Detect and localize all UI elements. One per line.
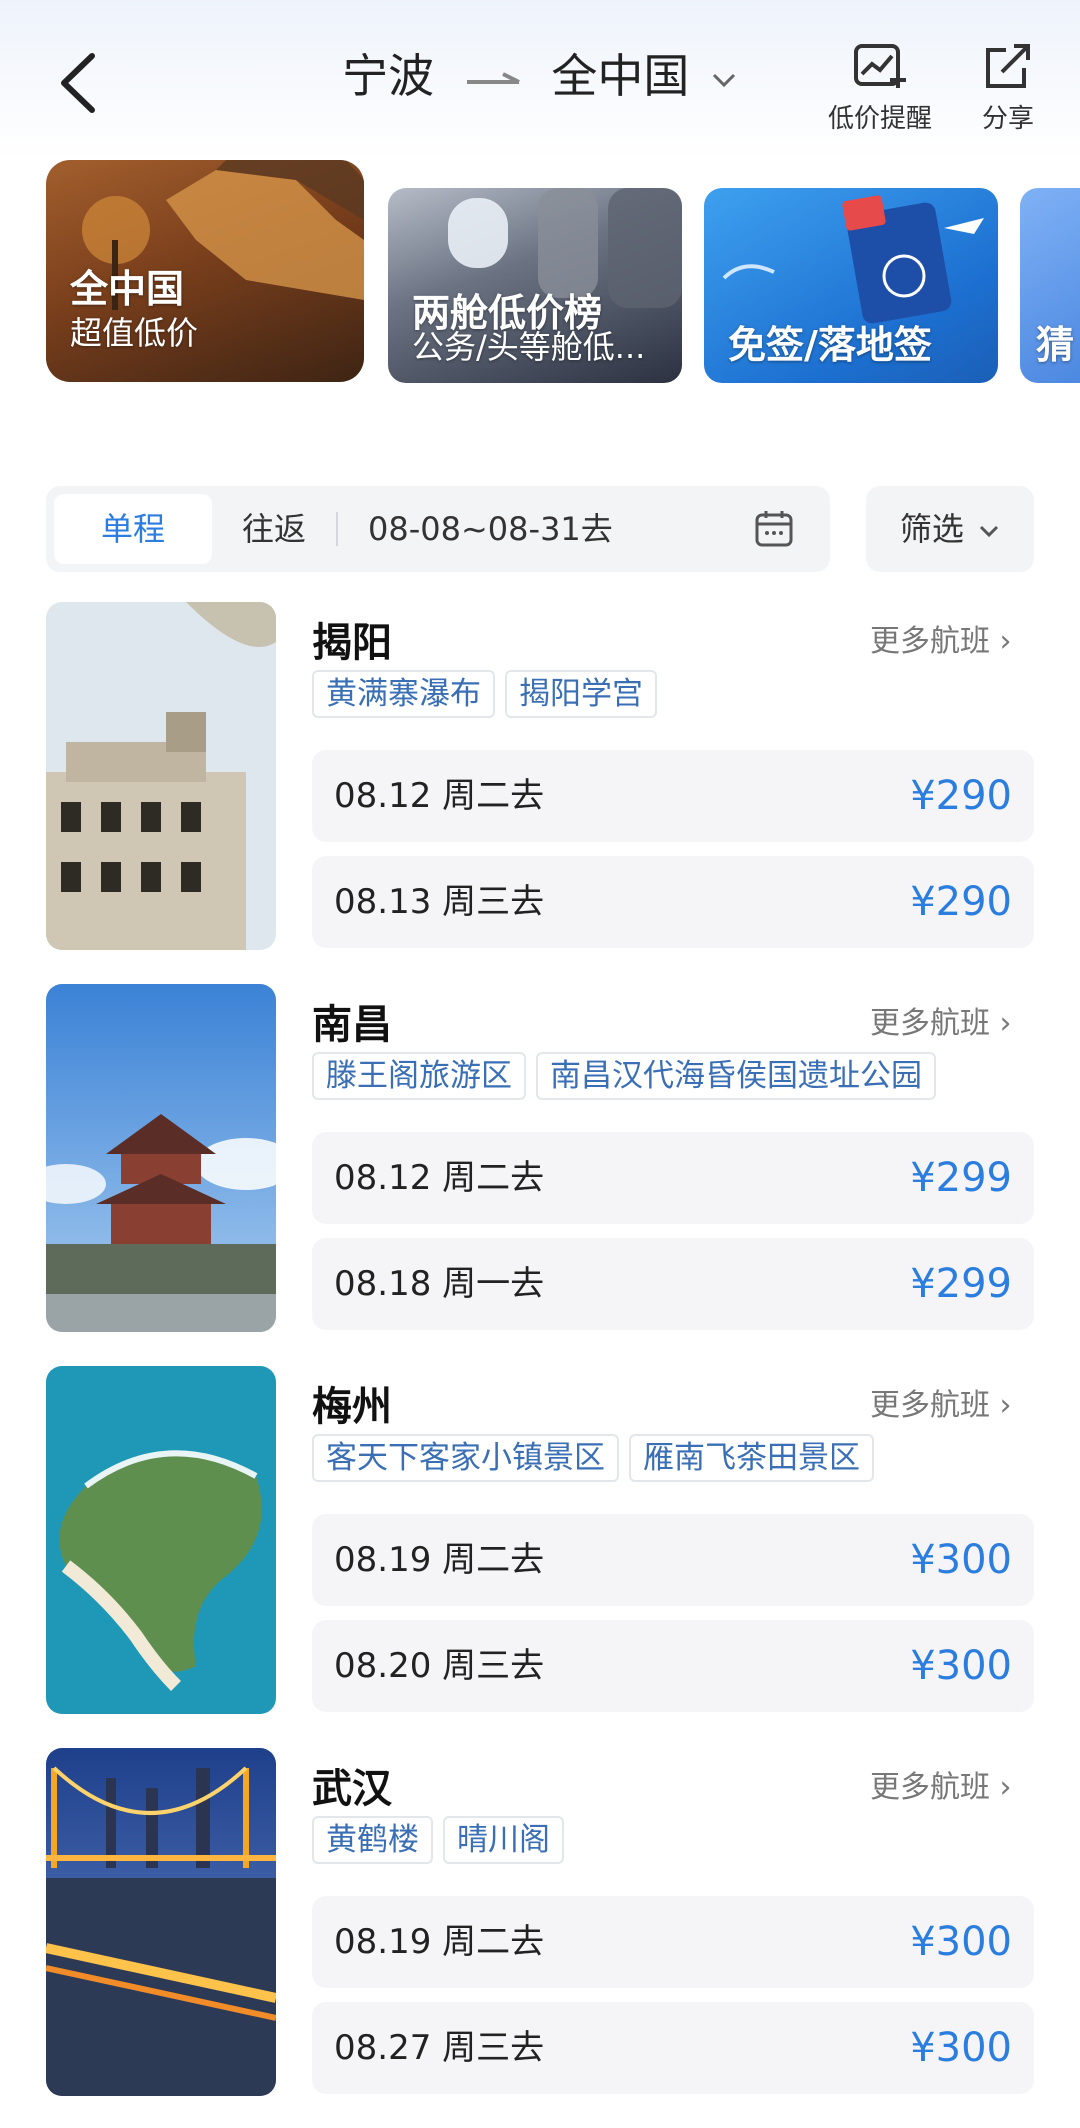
more-flights-label: 更多航班: [870, 624, 990, 659]
more-flights-link[interactable]: 更多航班 ›: [870, 1380, 1012, 1424]
flight-date: 08.19 周二去: [334, 1922, 545, 1962]
flight-date: 08.27 周三去: [334, 2028, 545, 2068]
route-arrow-icon: [466, 71, 520, 84]
attraction-tag[interactable]: 滕王阁旅游区: [312, 1052, 526, 1100]
destination-card[interactable]: 南昌 更多航班 › 滕王阁旅游区 南昌汉代海昏侯国遗址公园 08.12 周二去 ¥…: [0, 984, 1080, 1334]
destination-photo: [46, 1366, 276, 1714]
calendar-icon[interactable]: [754, 508, 794, 548]
chevron-right-icon: ›: [999, 1770, 1012, 1805]
flight-option[interactable]: 08.19 周二去 ¥300: [312, 1514, 1034, 1606]
attraction-tag[interactable]: 黄满寨瀑布: [312, 670, 495, 718]
banner-title: 全中国: [70, 267, 185, 311]
banner-guess[interactable]: 猜: [1020, 188, 1080, 383]
chevron-down-icon: [980, 525, 999, 538]
attraction-tags: 客天下客家小镇景区 雁南飞茶田景区: [312, 1434, 884, 1482]
flight-price: ¥299: [910, 1155, 1012, 1201]
attraction-tag[interactable]: 黄鹤楼: [312, 1816, 433, 1864]
banner-title: 免签/落地签: [728, 323, 932, 367]
chevron-right-icon: ›: [999, 624, 1012, 659]
attraction-tag[interactable]: 揭阳学宫: [505, 670, 657, 718]
tab-round-trip[interactable]: 往返: [224, 494, 324, 564]
divider: [336, 512, 338, 546]
attraction-tag[interactable]: 客天下客家小镇景区: [312, 1434, 619, 1482]
banner-subtitle: 公务/头等舱低...: [412, 328, 646, 366]
share-button[interactable]: 分享: [968, 42, 1048, 135]
flight-option[interactable]: 08.13 周三去 ¥290: [312, 856, 1034, 948]
attraction-tags: 滕王阁旅游区 南昌汉代海昏侯国遗址公园: [312, 1052, 946, 1100]
city-name: 武汉: [312, 1766, 392, 1812]
filter-button[interactable]: 筛选: [866, 486, 1034, 572]
attraction-tag[interactable]: 晴川阁: [443, 1816, 564, 1864]
flight-date: 08.20 周三去: [334, 1646, 545, 1686]
flight-option[interactable]: 08.19 周二去 ¥300: [312, 1896, 1034, 1988]
chevron-down-icon: [712, 73, 735, 87]
destination-card[interactable]: 武汉 更多航班 › 黄鹤楼 晴川阁 08.19 周二去 ¥300 08.27 周三…: [0, 1748, 1080, 2098]
flight-date: 08.13 周三去: [334, 882, 545, 922]
flight-price: ¥300: [910, 1643, 1012, 1689]
flight-price: ¥300: [910, 1537, 1012, 1583]
destination-card[interactable]: 揭阳 更多航班 › 黄满寨瀑布 揭阳学宫 08.12 周二去 ¥290 08.13…: [0, 602, 1080, 952]
flight-date: 08.12 周二去: [334, 776, 545, 816]
destination-photo: [46, 984, 276, 1332]
attraction-tag[interactable]: 雁南飞茶田景区: [629, 1434, 874, 1482]
attraction-tags: 黄鹤楼 晴川阁: [312, 1816, 574, 1864]
flight-option[interactable]: 08.20 周三去 ¥300: [312, 1620, 1034, 1712]
flight-date: 08.18 周一去: [334, 1264, 545, 1304]
city-name: 梅州: [312, 1384, 392, 1430]
price-alert-label: 低价提醒: [827, 104, 932, 134]
more-flights-link[interactable]: 更多航班 ›: [870, 998, 1012, 1042]
banner-subtitle: 超值低价: [70, 314, 199, 352]
chevron-right-icon: ›: [999, 1006, 1012, 1041]
more-flights-link[interactable]: 更多航班 ›: [870, 616, 1012, 660]
flight-price: ¥300: [910, 2025, 1012, 2071]
destination-photo: [46, 1748, 276, 2096]
attraction-tags: 黄满寨瀑布 揭阳学宫: [312, 670, 667, 718]
attraction-tag[interactable]: 南昌汉代海昏侯国遗址公园: [536, 1052, 936, 1100]
more-flights-label: 更多航班: [870, 1770, 990, 1805]
flight-price: ¥300: [910, 1919, 1012, 1965]
more-flights-link[interactable]: 更多航班 ›: [870, 1762, 1012, 1806]
tab-one-way[interactable]: 单程: [54, 494, 212, 564]
destination-city: 全中国: [551, 49, 690, 103]
destination-photo: [46, 602, 276, 950]
flight-price: ¥290: [910, 879, 1012, 925]
flight-date: 08.12 周二去: [334, 1158, 545, 1198]
trip-options-bar: 单程 往返 08-08~08-31去: [46, 486, 830, 572]
flight-price: ¥290: [910, 773, 1012, 819]
share-icon: [986, 44, 1030, 88]
city-name: 南昌: [312, 1002, 392, 1048]
price-alert-button[interactable]: 低价提醒: [820, 42, 940, 135]
flight-price: ¥299: [910, 1261, 1012, 1307]
more-flights-label: 更多航班: [870, 1006, 990, 1041]
price-alert-icon: [854, 44, 906, 88]
flight-option[interactable]: 08.27 周三去 ¥300: [312, 2002, 1034, 2094]
flight-option[interactable]: 08.12 周二去 ¥290: [312, 750, 1034, 842]
flight-option[interactable]: 08.18 周一去 ¥299: [312, 1238, 1034, 1330]
city-name: 揭阳: [312, 620, 392, 666]
filter-label: 筛选: [899, 510, 964, 548]
chevron-right-icon: ›: [999, 1388, 1012, 1423]
date-range[interactable]: 08-08~08-31去: [368, 486, 613, 572]
banner-title: 猜: [1036, 323, 1075, 367]
header: 宁波 全中国 低价提醒 分享: [0, 0, 1080, 150]
banner-premium-cabin[interactable]: 两舱低价榜 公务/头等舱低...: [388, 188, 682, 383]
flight-date: 08.19 周二去: [334, 1540, 545, 1580]
banner-visa-free[interactable]: 免签/落地签: [704, 188, 998, 383]
more-flights-label: 更多航班: [870, 1388, 990, 1423]
share-label: 分享: [981, 104, 1034, 134]
origin-city: 宁波: [342, 49, 435, 103]
banner-all-china[interactable]: 全中国 超值低价: [46, 160, 364, 382]
destination-card[interactable]: 梅州 更多航班 › 客天下客家小镇景区 雁南飞茶田景区 08.19 周二去 ¥30…: [0, 1366, 1080, 1716]
flight-option[interactable]: 08.12 周二去 ¥299: [312, 1132, 1034, 1224]
